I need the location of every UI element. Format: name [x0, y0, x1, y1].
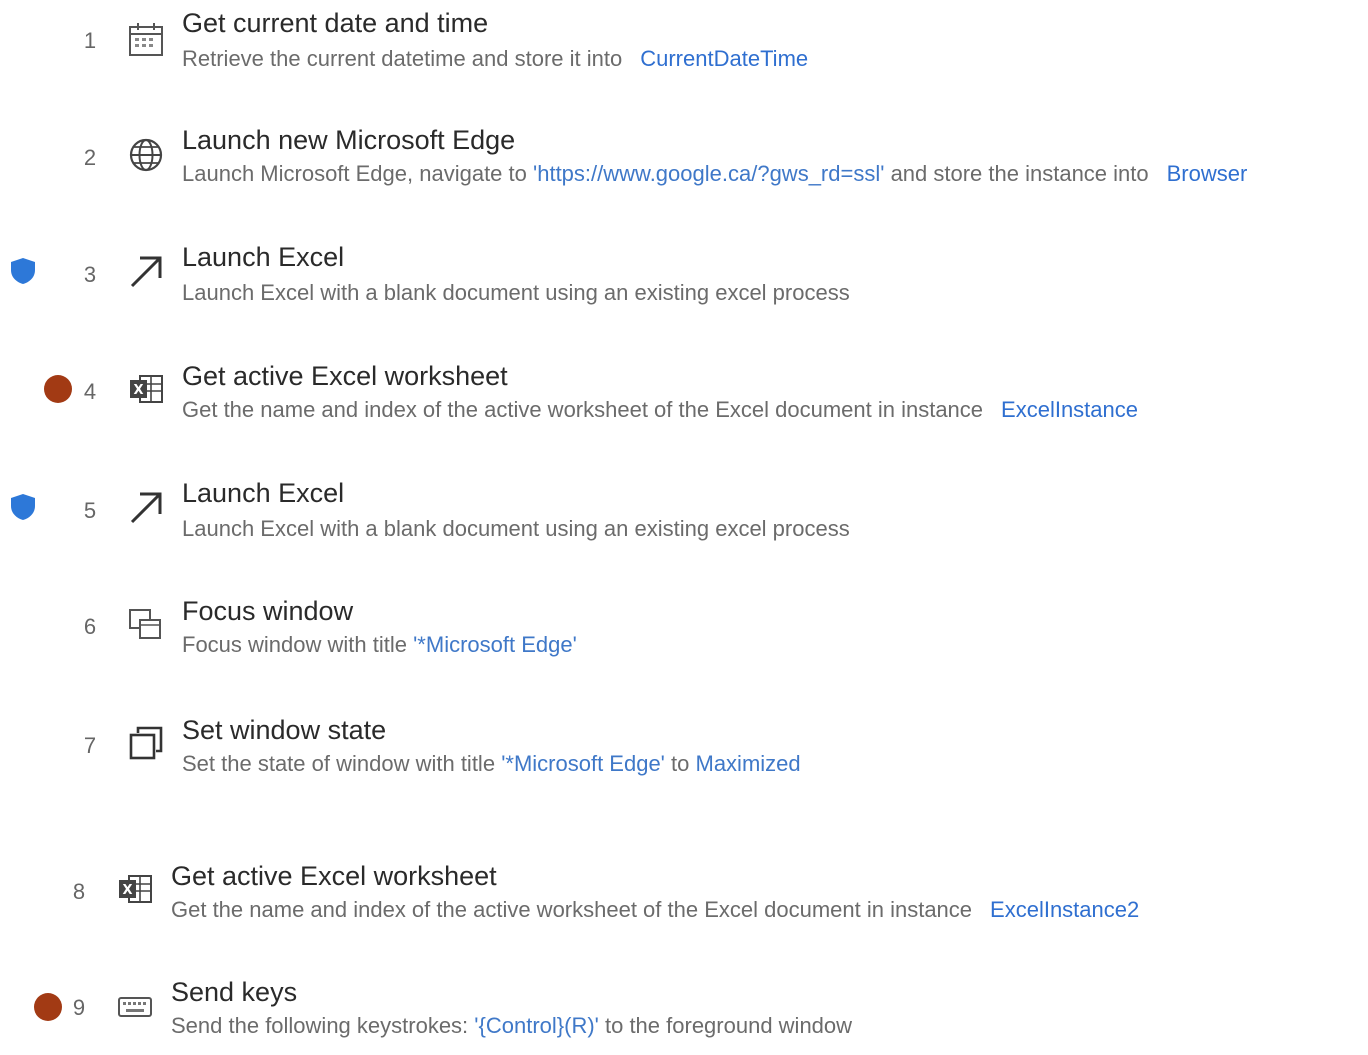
- keyboard-icon: [115, 987, 155, 1027]
- action-step-5[interactable]: 5 Launch Excel Launch Excel with a blank…: [0, 474, 1368, 554]
- literal-value: Maximized: [695, 751, 801, 776]
- action-step-2[interactable]: 2 Launch new Microsoft Edge Launch Micro…: [0, 121, 1368, 201]
- shield-icon: [8, 256, 38, 286]
- excel-sheet-icon: X: [126, 369, 166, 409]
- svg-text:X: X: [133, 383, 143, 398]
- step-title: Send keys: [171, 977, 298, 1007]
- variable-link[interactable]: Browser: [1167, 161, 1248, 186]
- step-number: 4: [83, 379, 97, 404]
- step-number: 9: [72, 995, 86, 1020]
- literal-value: '*Microsoft Edge': [501, 751, 665, 776]
- step-description: Launch Excel with a blank document using…: [182, 516, 850, 541]
- literal-value: '*Microsoft Edge': [413, 632, 577, 657]
- excel-sheet-icon: X: [115, 869, 155, 909]
- step-description: Retrieve the current datetime and store …: [182, 46, 809, 71]
- literal-value: 'https://www.google.ca/?gws_rd=ssl': [533, 161, 885, 186]
- step-description: Get the name and index of the active wor…: [171, 897, 1140, 922]
- step-number: 5: [83, 498, 97, 523]
- step-title: Get active Excel worksheet: [171, 861, 497, 891]
- step-title: Launch new Microsoft Edge: [182, 125, 516, 155]
- step-description: Set the state of window with title '*Mic…: [182, 751, 801, 776]
- action-step-4[interactable]: 4 X Get active Excel worksheet Get the n…: [0, 357, 1368, 437]
- step-description: Launch Microsoft Edge, navigate to 'http…: [182, 161, 1248, 186]
- action-step-7[interactable]: 7 Set window state Set the state of wind…: [0, 711, 1368, 791]
- step-title: Focus window: [182, 596, 354, 626]
- step-number: 8: [72, 879, 86, 904]
- step-description: Launch Excel with a blank document using…: [182, 280, 850, 305]
- step-title: Get active Excel worksheet: [182, 361, 508, 391]
- step-description: Focus window with title '*Microsoft Edge…: [182, 632, 577, 657]
- breakpoint-marker[interactable]: [44, 375, 72, 403]
- calendar-icon: [126, 20, 166, 60]
- window-state-icon: [126, 723, 166, 763]
- flow-designer: 1 Get current date and time Retrieve the…: [0, 0, 1368, 1043]
- step-title: Set window state: [182, 715, 387, 745]
- variable-link[interactable]: ExcelInstance2: [990, 897, 1139, 922]
- literal-value: '{Control}(R)': [474, 1013, 599, 1038]
- step-number: 2: [83, 145, 97, 170]
- globe-icon: [126, 135, 166, 175]
- step-description: Send the following keystrokes: '{Control…: [171, 1013, 853, 1038]
- step-number: 6: [83, 614, 97, 639]
- variable-link[interactable]: CurrentDateTime: [640, 46, 808, 71]
- action-step-9[interactable]: 9 Send keys Send the following keystroke…: [0, 975, 1368, 1055]
- step-title: Get current date and time: [182, 8, 489, 38]
- breakpoint-marker[interactable]: [34, 993, 62, 1021]
- step-title: Launch Excel: [182, 242, 345, 272]
- step-title: Launch Excel: [182, 478, 345, 508]
- action-step-1[interactable]: 1 Get current date and time Retrieve the…: [0, 4, 1368, 84]
- variable-link[interactable]: ExcelInstance: [1001, 397, 1138, 422]
- step-number: 3: [83, 262, 97, 287]
- step-number: 1: [83, 28, 97, 53]
- action-step-8[interactable]: 8 X Get active Excel worksheet Get the n…: [0, 857, 1368, 937]
- arrow-up-right-icon: [126, 488, 166, 528]
- shield-icon: [8, 492, 38, 522]
- step-description: Get the name and index of the active wor…: [182, 397, 1138, 422]
- action-step-3[interactable]: 3 Launch Excel Launch Excel with a blank…: [0, 238, 1368, 318]
- step-number: 7: [83, 733, 97, 758]
- focus-window-icon: [126, 604, 166, 644]
- svg-text:X: X: [122, 883, 132, 898]
- action-step-6[interactable]: 6 Focus window Focus window with title '…: [0, 592, 1368, 672]
- arrow-up-right-icon: [126, 252, 166, 292]
